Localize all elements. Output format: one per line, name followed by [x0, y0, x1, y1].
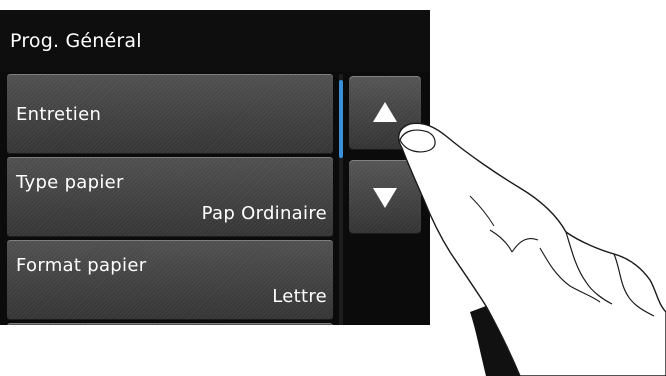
page-title: Prog. Général [10, 30, 142, 52]
up-triangle-icon [373, 102, 397, 122]
menu-item-label: Type papier [16, 172, 124, 193]
menu-item-value: Pap Ordinaire [201, 203, 327, 224]
menu-item-label: Format papier [16, 255, 147, 276]
scrollbar-thumb[interactable] [339, 80, 343, 158]
menu-item-type-papier[interactable]: Type papier Pap Ordinaire [7, 157, 333, 237]
menu-item-value: Lettre [272, 286, 327, 307]
manual-illustration: Prog. Général Entretien Type papier Pap … [0, 0, 666, 376]
touchscreen: Prog. Général Entretien Type papier Pap … [0, 10, 430, 325]
menu-item-label: Entretien [16, 104, 102, 125]
down-triangle-icon [373, 188, 397, 208]
scroll-down-button[interactable] [349, 160, 421, 234]
menu-item-partial[interactable] [7, 323, 333, 325]
menu-item-entretien[interactable]: Entretien [7, 74, 333, 154]
scroll-up-button[interactable] [349, 76, 421, 150]
scrollbar[interactable] [339, 74, 343, 325]
menu-item-format-papier[interactable]: Format papier Lettre [7, 240, 333, 320]
title-bar: Prog. Général [0, 10, 430, 72]
